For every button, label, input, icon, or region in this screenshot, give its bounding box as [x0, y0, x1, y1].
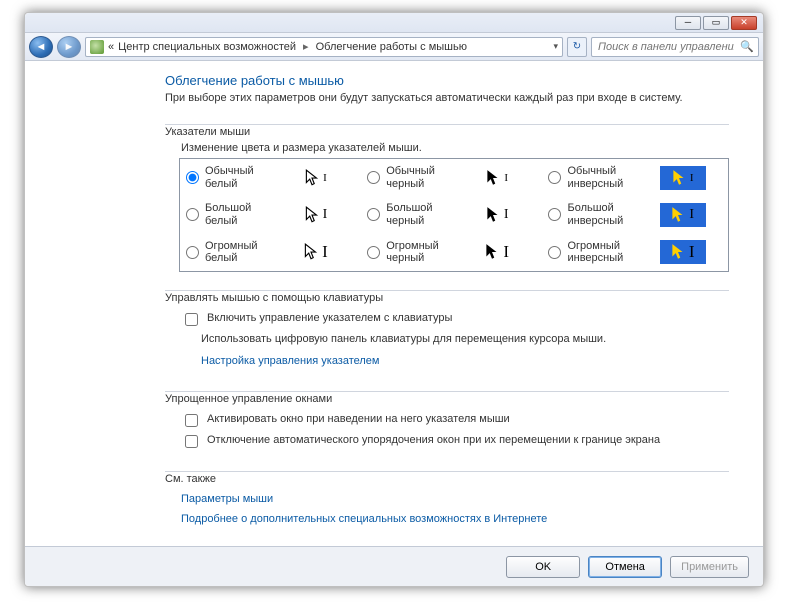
pointer-preview: I — [474, 166, 520, 190]
minimize-button[interactable]: ─ — [675, 16, 701, 30]
breadcrumb-item[interactable]: Центр специальных возможностей — [118, 41, 296, 53]
enable-mousekeys-label: Включить управление указателем с клавиат… — [207, 312, 452, 324]
forward-button[interactable]: ► — [57, 36, 81, 58]
pointer-label: Обычныйинверсный — [567, 165, 623, 190]
activate-on-hover-label: Активировать окно при наведении на него … — [207, 413, 510, 425]
pointer-option[interactable]: Большойбелый — [186, 202, 281, 227]
pointer-radio[interactable] — [186, 171, 199, 184]
group-seealso-heading: См. также — [165, 473, 222, 485]
search-input[interactable] — [596, 40, 736, 54]
pointer-label: Обычныйбелый — [205, 165, 254, 190]
close-button[interactable]: ✕ — [731, 16, 757, 30]
mousekeys-desc: Использовать цифровую панель клавиатуры … — [201, 333, 741, 345]
ok-button[interactable]: OK — [506, 556, 580, 578]
dropdown-icon[interactable]: ▾ — [553, 41, 558, 52]
maximize-button[interactable]: ▭ — [703, 16, 729, 30]
pointer-label: Обычныйчерный — [386, 165, 435, 190]
pointer-preview: I — [293, 203, 339, 227]
breadcrumb-sep: ▸ — [300, 40, 312, 53]
pointer-preview: I — [293, 240, 339, 264]
navbar: ◄ ► « Центр специальных возможностей ▸ О… — [25, 33, 763, 61]
pointer-option[interactable]: Большойчерный — [367, 202, 462, 227]
pointer-preview: I — [660, 240, 706, 264]
apply-button[interactable]: Применить — [670, 556, 749, 578]
pointer-radio[interactable] — [548, 208, 561, 221]
search-box[interactable]: 🔍 — [591, 37, 759, 57]
pointer-label: Большойчерный — [386, 202, 432, 227]
pointer-radio[interactable] — [367, 246, 380, 259]
mouse-settings-link[interactable]: Параметры мыши — [181, 493, 273, 505]
address-bar[interactable]: « Центр специальных возможностей ▸ Облег… — [85, 37, 563, 57]
search-icon[interactable]: 🔍 — [740, 40, 754, 53]
pointer-preview: I — [474, 203, 520, 227]
group-keyboard-heading: Управлять мышью с помощью клавиатуры — [165, 292, 389, 304]
page-desc: При выборе этих параметров они будут зап… — [165, 92, 741, 104]
enable-mousekeys-checkbox[interactable] — [185, 313, 198, 326]
activate-on-hover-checkbox[interactable] — [185, 414, 198, 427]
pointers-subheading: Изменение цвета и размера указателей мыш… — [181, 142, 741, 154]
back-button[interactable]: ◄ — [29, 36, 53, 58]
pointer-preview: I — [474, 240, 520, 264]
pointer-label: Огромныйинверсный — [567, 240, 623, 265]
pointer-option[interactable]: Огромныйинверсный — [548, 240, 647, 265]
group-pointers-heading: Указатели мыши — [165, 126, 256, 138]
pointer-label: Огромныйчерный — [386, 240, 439, 265]
page-title: Облегчение работы с мышью — [165, 73, 741, 88]
pointer-options-box: Обычныйбелый I Обычныйчерный I Обычныйин… — [179, 158, 729, 272]
pointer-label: Большойбелый — [205, 202, 251, 227]
control-panel-icon — [90, 40, 104, 54]
pointer-option[interactable]: Огромныйбелый — [186, 240, 281, 265]
mousekeys-settings-link[interactable]: Настройка управления указателем — [201, 355, 380, 367]
breadcrumb-prefix: « — [108, 41, 114, 53]
online-accessibility-link[interactable]: Подробнее о дополнительных специальных в… — [181, 513, 547, 525]
breadcrumb-item[interactable]: Облегчение работы с мышью — [316, 41, 467, 53]
pointer-label: Большойинверсный — [567, 202, 623, 227]
pointer-option[interactable]: Обычныйбелый — [186, 165, 281, 190]
pointer-radio[interactable] — [186, 208, 199, 221]
pointer-radio[interactable] — [548, 246, 561, 259]
pointer-preview: I — [293, 166, 339, 190]
pointer-radio[interactable] — [548, 171, 561, 184]
pointer-option[interactable]: Обычныйинверсный — [548, 165, 647, 190]
group-windows-heading: Упрощенное управление окнами — [165, 393, 338, 405]
cancel-button[interactable]: Отмена — [588, 556, 662, 578]
titlebar: ─ ▭ ✕ — [25, 13, 763, 33]
pointer-radio[interactable] — [367, 208, 380, 221]
footer: OK Отмена Применить — [25, 546, 763, 586]
refresh-button[interactable]: ↻ — [567, 37, 587, 57]
pointer-radio[interactable] — [186, 246, 199, 259]
pointer-option[interactable]: Обычныйчерный — [367, 165, 462, 190]
pointer-label: Огромныйбелый — [205, 240, 258, 265]
pointer-option[interactable]: Огромныйчерный — [367, 240, 462, 265]
content: Облегчение работы с мышью При выборе эти… — [25, 61, 763, 546]
pointer-radio[interactable] — [367, 171, 380, 184]
pointer-preview: I — [660, 203, 706, 227]
disable-snap-checkbox[interactable] — [185, 435, 198, 448]
pointer-option[interactable]: Большойинверсный — [548, 202, 647, 227]
disable-snap-label: Отключение автоматического упорядочения … — [207, 434, 660, 446]
pointer-preview: I — [660, 166, 706, 190]
